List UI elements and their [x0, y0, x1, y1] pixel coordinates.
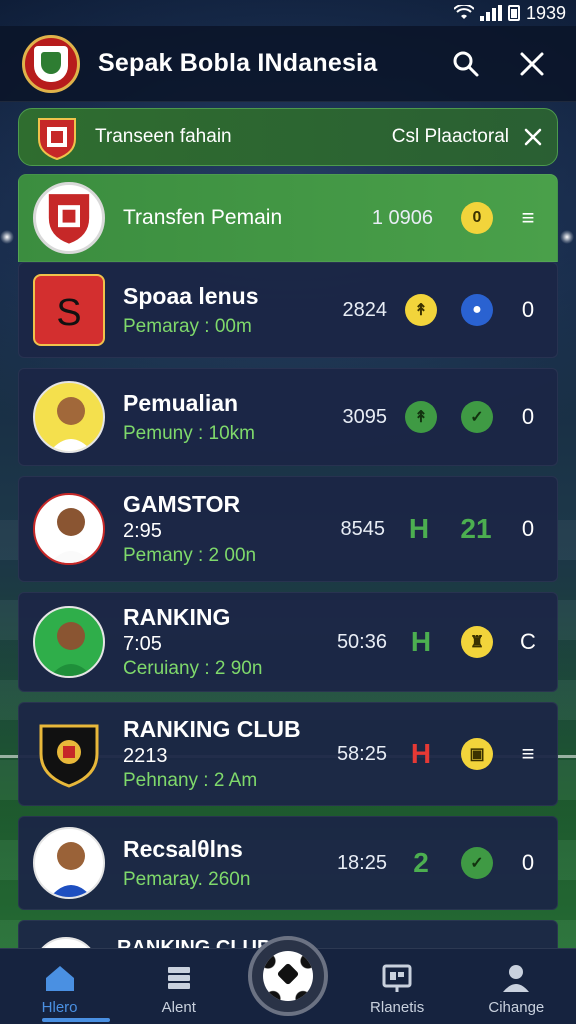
nav-home[interactable]: Hlero: [10, 963, 110, 1016]
item-icon-1: H: [410, 626, 432, 657]
featured-value: 1 0906: [371, 206, 433, 229]
item-sub: 7:05: [123, 633, 162, 655]
item-sub: 2:95: [123, 520, 162, 542]
player-avatar: [33, 606, 105, 678]
list-item[interactable]: GAMSTOR 2:95 Pemany : 2 00n 8545 H 21 0: [18, 476, 558, 582]
item-meta: Pemaray. 260n: [123, 868, 251, 890]
club-crest-logo: [22, 34, 80, 93]
list-item[interactable]: Pemualian Pemuny : 10km 3095 ↟ ✓ 0: [18, 368, 558, 466]
trophy-icon: ♜: [461, 626, 493, 658]
transfer-banner[interactable]: Transeen fahain Csl Plaactoral: [18, 108, 558, 166]
trophy-icon: ↟: [405, 294, 437, 326]
item-name: RANKING CLUB: [123, 716, 301, 742]
svg-text:S: S: [56, 292, 81, 334]
list-item[interactable]: RANKING CLUB 2213 Pehnany : 2 Am 58:25 H…: [18, 702, 558, 806]
item-meta: Pemaray : 00m: [123, 315, 252, 337]
club-crest-avatar: [33, 182, 105, 254]
nav-label: Hlero: [41, 999, 78, 1016]
item-name: Spoaa lenus: [123, 282, 259, 309]
boot-icon: ↟: [405, 401, 437, 433]
status-time: 1939: [525, 2, 566, 23]
player-avatar: [33, 493, 105, 565]
item-value: 58:25: [336, 742, 387, 765]
featured-row[interactable]: Transfen Pemain 1 0906 0 ≡: [18, 174, 558, 262]
status-bar: 1939: [0, 0, 576, 26]
item-value: 50:36: [336, 630, 387, 653]
list-item[interactable]: S Spoaa lenus Pemaray : 00m 2824 ↟ ● 0: [18, 262, 558, 358]
item-name: Pemualian: [123, 389, 239, 416]
signal-icon: [479, 5, 502, 21]
item-icon-1: 2: [413, 847, 429, 878]
stack-icon: [167, 967, 190, 989]
item-trailing: ≡: [521, 741, 535, 766]
app-title: Sepak Bobla INdanesia: [98, 49, 378, 77]
close-icon: [520, 52, 544, 75]
nav-alert[interactable]: Alent: [129, 963, 229, 1016]
nav-label: Cihange: [488, 999, 545, 1016]
item-value: 2824: [342, 298, 388, 321]
banner-label: Transeen fahain: [95, 126, 232, 147]
player-avatar: [33, 827, 105, 899]
item-value: 8545: [340, 517, 386, 540]
wifi-icon: [453, 5, 474, 19]
nav-label: Alent: [161, 999, 196, 1016]
list-item[interactable]: Recsalθlns Pemaray. 260n 18:25 2 ✓ 0: [18, 816, 558, 910]
item-meta: Pemuny : 10km: [123, 422, 255, 444]
nav-label: Rlanetis: [370, 999, 425, 1016]
menu-icon[interactable]: ≡: [517, 205, 539, 231]
battery-icon: [507, 5, 520, 21]
item-trailing: 0: [521, 404, 535, 429]
club-crest-icon: [38, 118, 76, 161]
item-icon-1: H: [410, 738, 432, 769]
item-name: GAMSTOR: [123, 491, 241, 517]
item-trailing: 0: [521, 850, 535, 875]
soccer-ball-icon: [263, 951, 313, 1001]
badge-icon: ▣: [461, 738, 493, 770]
featured-badge: 0: [461, 202, 493, 234]
item-meta: Pehnany : 2 Am: [123, 770, 258, 791]
nav-board[interactable]: Rlanetis: [347, 963, 447, 1016]
active-tab-indicator: [42, 1018, 110, 1022]
board-icon: [382, 964, 412, 992]
banner-right-label: Csl Plaactoral: [391, 126, 509, 147]
item-trailing: C: [520, 629, 536, 654]
ranking-list: Transfen Pemain 1 0906 0 ≡ S Spoaa lenus…: [18, 174, 558, 1003]
item-name: Recsalθlns: [123, 835, 243, 862]
app-header: Sepak Bobla INdanesia: [0, 26, 576, 102]
search-icon: [453, 51, 479, 76]
player-avatar: [33, 381, 105, 453]
club-logo: [33, 718, 105, 790]
item-value: 3095: [342, 405, 388, 428]
item-trailing: 0: [521, 516, 535, 541]
item-icon-2: 21: [460, 513, 492, 544]
item-trailing: 0: [521, 297, 535, 322]
featured-label: Transfen Pemain: [123, 206, 283, 229]
item-icon-1: H: [408, 513, 430, 544]
search-button[interactable]: [444, 42, 488, 86]
home-icon: [45, 966, 74, 991]
item-meta: Pemany : 2 00n: [123, 545, 257, 566]
close-button[interactable]: [510, 42, 554, 86]
banner-close-icon[interactable]: [523, 127, 543, 147]
center-ball-button[interactable]: [248, 936, 328, 1016]
location-icon: ●: [461, 294, 493, 326]
boot-icon: ✓: [461, 847, 493, 879]
item-name: RANKING: [123, 604, 231, 630]
item-value: 18:25: [336, 851, 387, 874]
item-meta: Ceruiany : 2 90n: [123, 658, 263, 679]
shoe-icon: ✓: [461, 401, 493, 433]
nav-profile[interactable]: Cihange: [466, 963, 566, 1016]
club-logo: S: [33, 274, 105, 346]
list-item[interactable]: RANKING 7:05 Ceruiany : 2 90n 50:36 H ♜ …: [18, 592, 558, 692]
profile-icon: [503, 965, 530, 992]
item-sub: 2213: [123, 745, 168, 767]
